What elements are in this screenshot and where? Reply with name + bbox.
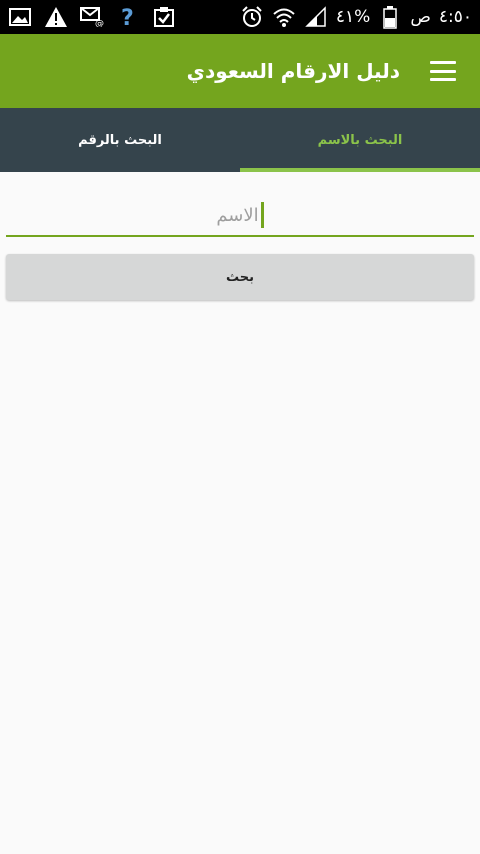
name-input-placeholder: الاسم (216, 204, 259, 226)
clipboard-check-icon (152, 5, 176, 29)
app-bar: دليل الارقام السعودي (0, 34, 480, 108)
name-input[interactable]: الاسم (6, 195, 474, 237)
search-button[interactable]: بحث (6, 254, 474, 300)
clock-time: ٤:٥٠ (438, 7, 472, 27)
text-cursor (260, 202, 264, 228)
am-pm-label: ص (410, 7, 431, 27)
svg-text:?: ? (121, 6, 134, 29)
image-icon (8, 5, 32, 29)
battery-icon (378, 5, 402, 29)
tab-search-by-name[interactable]: البحث بالاسم (240, 108, 480, 172)
help-icon: ? (116, 5, 140, 29)
svg-text:@: @ (95, 19, 104, 27)
wifi-icon (272, 5, 296, 29)
tab-bar: البحث بالرقم البحث بالاسم (0, 108, 480, 172)
warning-icon (44, 5, 68, 29)
app-title: دليل الارقام السعودي (186, 59, 400, 83)
status-right-icons: ٤١% ص ٤:٥٠ (240, 5, 472, 29)
mail-at-icon: @ (80, 5, 104, 29)
tab-search-by-number[interactable]: البحث بالرقم (0, 108, 240, 172)
status-left-icons: @ ? (8, 5, 176, 29)
battery-percent: ٤١% (335, 7, 371, 27)
alarm-icon (240, 5, 264, 29)
signal-icon (304, 5, 328, 29)
hamburger-menu-icon[interactable] (430, 61, 456, 81)
status-bar: @ ? ٤١% ص ٤:٥٠ (0, 0, 480, 34)
